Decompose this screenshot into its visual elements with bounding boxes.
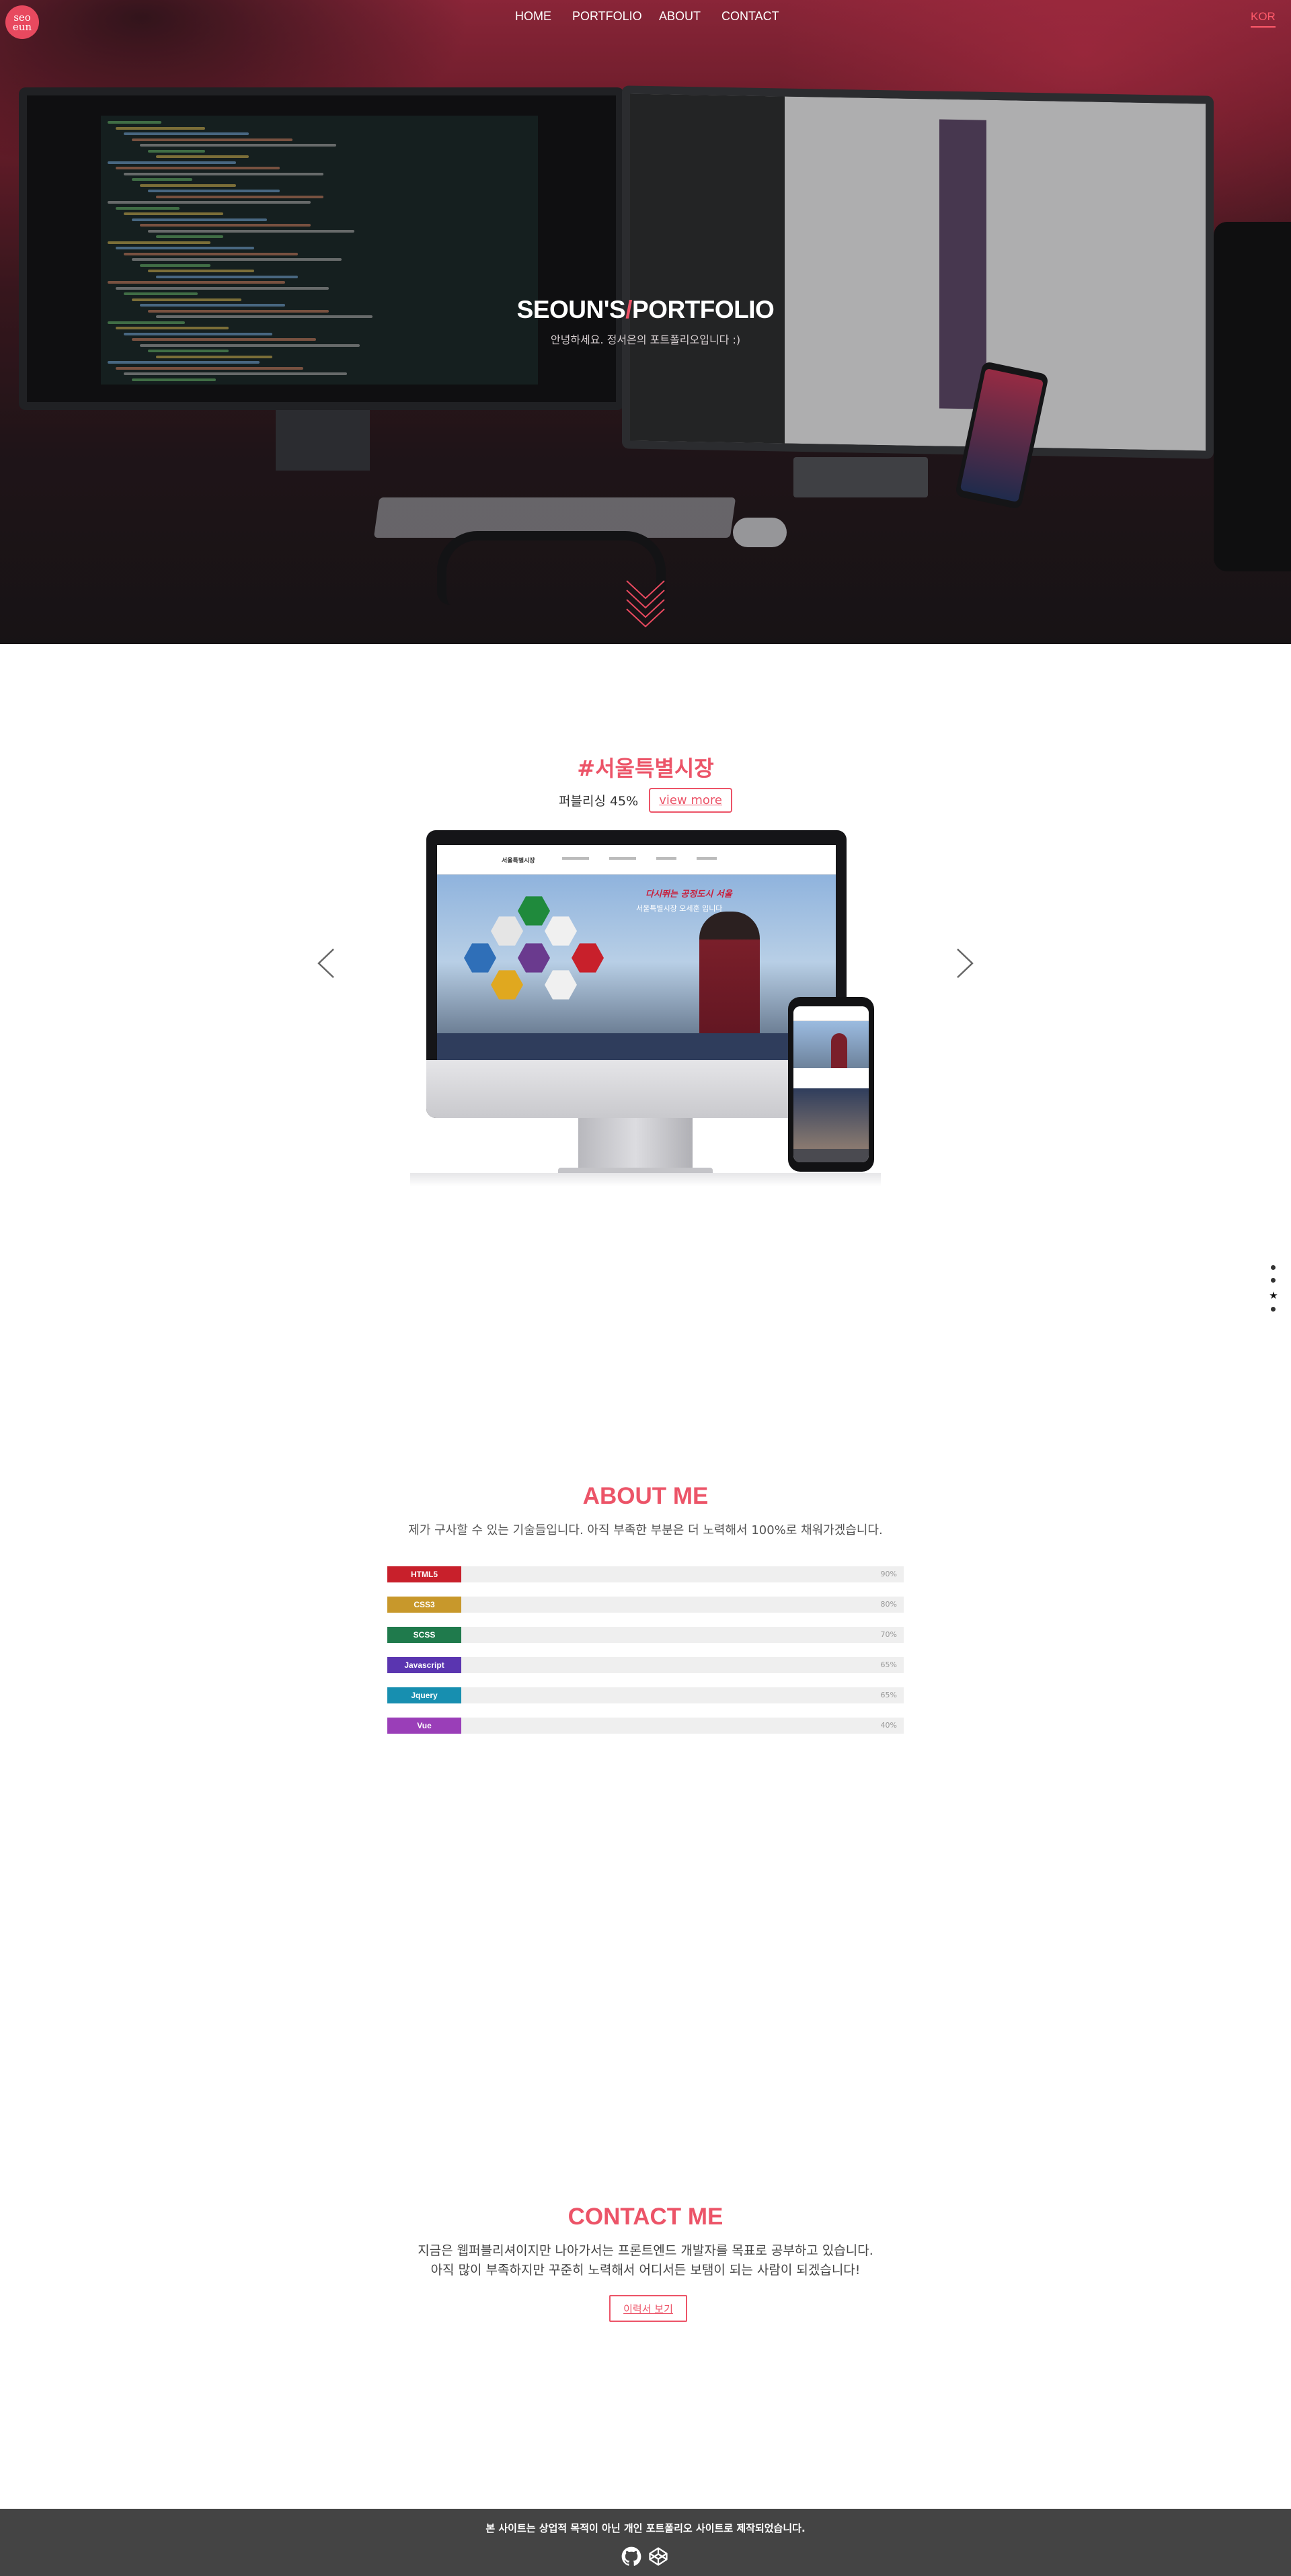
codepen-icon[interactable]: [648, 2546, 668, 2567]
site-footer: 본 사이트는 상업적 목적이 아닌 개인 포트폴리오 사이트로 제작되었습니다.: [0, 2509, 1291, 2576]
skill-percent: 65%: [880, 1691, 897, 1699]
site-preview-brand: 서울특별시장: [502, 858, 535, 864]
site-preview-footer: [437, 1033, 836, 1060]
prev-slide-arrow-icon[interactable]: [316, 947, 336, 980]
hero-section: seo eun HOME PORTFOLIO ABOUT CONTACT KOR…: [0, 0, 1291, 644]
hero-subtitle: 안녕하세요. 정서은의 포트폴리오입니다 :): [550, 333, 741, 346]
nav-about[interactable]: ABOUT: [659, 9, 701, 24]
hero-title-main: SEOUN'S: [516, 296, 626, 323]
scroll-down-icon[interactable]: [624, 578, 667, 628]
contact-text-line-2: 아직 많이 부족하지만 꾸준히 노력해서 어디서든 보탬이 되는 사람이 되겠습…: [430, 2263, 861, 2278]
portfolio-title: #서울특별시장: [577, 756, 714, 781]
skill-percent: 90%: [880, 1570, 897, 1578]
contact-text-line-1: 지금은 웹퍼블리셔이지만 나아가서는 프론트엔드 개발자를 목표로 공부하고 있…: [418, 2243, 873, 2258]
hero-title-slash: /: [625, 296, 632, 323]
skill-bar-html5: HTML5 90%: [387, 1566, 904, 1582]
site-preview-slogan-1: 다시뛰는 공정도시 서울: [646, 889, 732, 899]
section-pagination: ★: [1269, 1265, 1278, 1320]
iphone-screen: [793, 1006, 869, 1162]
about-title: ABOUT ME: [582, 1483, 709, 1509]
about-subtitle: 제가 구사할 수 있는 기술들입니다. 아직 부족한 부분은 더 노력해서 10…: [408, 1523, 883, 1537]
skill-name: Javascript: [387, 1657, 461, 1673]
skill-percent: 65%: [880, 1660, 897, 1669]
github-icon[interactable]: [621, 2546, 641, 2567]
skill-bar-scss: SCSS 70%: [387, 1627, 904, 1643]
pagination-dot-4[interactable]: [1270, 1307, 1276, 1312]
skill-percent: 70%: [880, 1630, 897, 1639]
skill-name: HTML5: [387, 1566, 461, 1582]
pagination-dot-2[interactable]: [1270, 1278, 1276, 1283]
pagination-active-star-icon[interactable]: ★: [1269, 1291, 1278, 1301]
portfolio-mockup[interactable]: 서울특별시장 다시뛰는 공정도시 서울 서울특별시장 오세훈 입니다: [410, 830, 881, 1186]
language-toggle[interactable]: KOR: [1251, 10, 1276, 28]
skill-list: HTML5 90% CSS3 80% SCSS 70% Javascript 6…: [387, 1566, 904, 1748]
footer-notice: 본 사이트는 상업적 목적이 아닌 개인 포트폴리오 사이트로 제작되었습니다.: [485, 2522, 806, 2534]
resume-button[interactable]: 이력서 보기: [609, 2295, 687, 2322]
skill-bar-css3: CSS3 80%: [387, 1597, 904, 1613]
imac-chin: [426, 1060, 847, 1118]
publishing-rate: 퍼블리싱 45%: [559, 794, 639, 809]
skill-percent: 40%: [880, 1721, 897, 1730]
pagination-dot-1[interactable]: [1270, 1265, 1276, 1270]
skill-bar-vue: Vue 40%: [387, 1718, 904, 1734]
skill-name: CSS3: [387, 1597, 461, 1613]
iphone-mockup: [788, 997, 874, 1172]
portfolio-meta: 퍼블리싱 45% view more: [0, 788, 1291, 813]
skill-name: Jquery: [387, 1687, 461, 1703]
main-nav: HOME PORTFOLIO ABOUT CONTACT: [0, 9, 1291, 30]
next-slide-arrow-icon[interactable]: [955, 947, 975, 980]
site-preview-slogan-2: 서울특별시장 오세훈 입니다: [636, 904, 723, 913]
nav-portfolio[interactable]: PORTFOLIO: [572, 9, 642, 24]
site-preview-banner: 다시뛰는 공정도시 서울 서울특별시장 오세훈 입니다: [437, 875, 836, 1060]
imac-stand: [578, 1118, 693, 1172]
skill-bar-jquery: Jquery 65%: [387, 1687, 904, 1703]
view-more-button[interactable]: view more: [649, 788, 732, 813]
nav-home[interactable]: HOME: [515, 9, 551, 24]
hero-title-end: PORTFOLIO: [632, 296, 775, 323]
skill-name: SCSS: [387, 1627, 461, 1643]
imac-screen: 서울특별시장 다시뛰는 공정도시 서울 서울특별시장 오세훈 입니다: [437, 845, 836, 1060]
contact-title: CONTACT ME: [568, 2204, 723, 2230]
site-preview-header: 서울특별시장: [437, 845, 836, 875]
skill-percent: 80%: [880, 1600, 897, 1609]
hero-title: SEOUN'S/PORTFOLIO: [0, 296, 1291, 324]
skill-name: Vue: [387, 1718, 461, 1734]
nav-contact[interactable]: CONTACT: [721, 9, 779, 24]
skill-bar-javascript: Javascript 65%: [387, 1657, 904, 1673]
